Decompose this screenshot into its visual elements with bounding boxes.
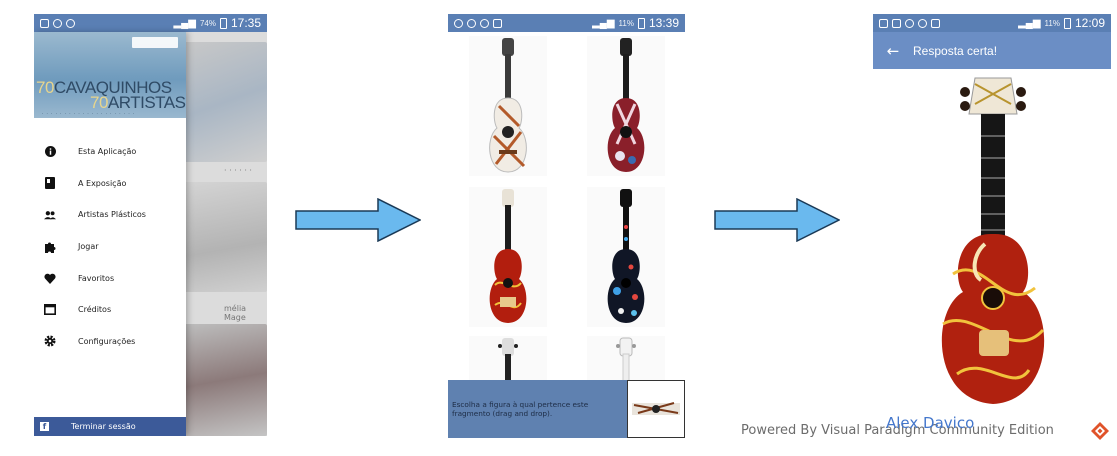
notification-icon xyxy=(931,18,940,28)
fragment-image xyxy=(632,402,680,415)
menu-item-artistas-plasticos[interactable]: Artistas Plásticos xyxy=(34,199,186,231)
ukulele-option-5[interactable] xyxy=(469,336,547,384)
page-title: Resposta certa! xyxy=(913,43,998,58)
facebook-icon: f xyxy=(40,422,49,431)
battery-icon xyxy=(1063,17,1071,29)
visual-paradigm-logo-icon xyxy=(1091,422,1109,440)
status-time: 12:09 xyxy=(1074,16,1105,30)
ukulele-answer-image xyxy=(941,77,1045,404)
menu-item-configuracoes[interactable]: Configurações xyxy=(34,326,186,358)
notification-icon xyxy=(892,18,901,28)
screen-navigation-drawer: ▂▄▆ 74% 17:35 · · · · · · mélia Mage 70C… xyxy=(34,14,267,436)
battery-icon xyxy=(219,17,227,29)
notification-icon xyxy=(879,18,888,28)
puzzle-icon xyxy=(44,241,56,253)
status-time: 13:39 xyxy=(648,16,679,30)
notification-icon xyxy=(66,18,75,28)
ukulele-option-6[interactable] xyxy=(587,336,665,385)
ukulele-option-4[interactable] xyxy=(587,187,665,327)
menu-item-favoritos[interactable]: Favoritos xyxy=(34,262,186,294)
back-arrow-icon[interactable]: ← xyxy=(873,42,913,60)
draggable-fragment[interactable] xyxy=(627,380,685,438)
signal-icon: ▂▄▆ xyxy=(592,17,615,29)
status-bar: ▂▄▆ 11% 13:39 xyxy=(448,14,685,32)
signal-icon: ▂▄▆ xyxy=(173,17,196,29)
ukulele-option-2[interactable] xyxy=(587,36,665,176)
background-caption: mélia Mage xyxy=(224,304,247,322)
institution-logo xyxy=(132,37,178,48)
ukulele-image xyxy=(489,38,527,173)
status-bar: ▂▄▆ 74% 17:35 xyxy=(34,14,267,32)
flow-arrow-icon xyxy=(714,198,840,242)
background-ukulele-image xyxy=(184,324,267,436)
logout-button[interactable]: f Terminar sessão xyxy=(34,417,186,436)
notification-icons xyxy=(40,18,75,28)
background-ukulele-image xyxy=(184,182,267,292)
battery-icon xyxy=(637,17,645,29)
battery-level: 74% xyxy=(199,18,216,28)
notification-icon xyxy=(480,18,489,28)
ukulele-image xyxy=(616,337,636,385)
notification-icon xyxy=(454,18,463,28)
app-logo-line-2: 70ARTISTAS xyxy=(90,93,186,112)
status-time: 17:35 xyxy=(230,16,261,30)
screen-puzzle-game: ▂▄▆ 11% 13:39 Escolha a figura à qual pe… xyxy=(448,14,685,438)
heart-icon xyxy=(44,272,56,284)
gear-icon xyxy=(44,335,56,347)
battery-level: 11% xyxy=(618,18,634,28)
notification-icon xyxy=(905,18,914,28)
drawer-menu: Esta Aplicação A Exposição Artistas Plás… xyxy=(34,136,186,357)
notification-icons xyxy=(879,18,940,28)
flow-arrow-icon xyxy=(295,198,421,242)
menu-item-jogar[interactable]: Jogar xyxy=(34,231,186,263)
menu-item-creditos[interactable]: Créditos xyxy=(34,294,186,326)
author-name: Alex Davico xyxy=(886,414,975,432)
people-icon xyxy=(44,209,56,221)
background-ukulele-image xyxy=(184,42,267,162)
status-bar: ▂▄▆ 11% 12:09 xyxy=(873,14,1111,32)
notification-icon xyxy=(467,18,476,28)
ukulele-option-3[interactable] xyxy=(469,187,547,327)
drawer-header: 70CAVAQUINHOS 70ARTISTAS · · · · · · · ·… xyxy=(34,32,186,118)
screen-correct-answer: ▂▄▆ 11% 12:09 ← Resposta certa! xyxy=(873,14,1111,409)
notification-icon xyxy=(40,18,49,28)
ukulele-image xyxy=(607,189,645,323)
ukulele-image xyxy=(498,338,518,384)
book-icon xyxy=(44,177,56,190)
ukulele-option-1[interactable] xyxy=(469,36,547,176)
fragment-panel: Escolha a figura à qual pertence este fr… xyxy=(448,380,685,438)
signal-icon: ▂▄▆ xyxy=(1018,17,1041,29)
battery-level: 11% xyxy=(1044,18,1060,28)
navigation-drawer: 70CAVAQUINHOS 70ARTISTAS · · · · · · · ·… xyxy=(34,32,186,436)
notification-icons xyxy=(454,18,502,28)
info-icon xyxy=(44,146,56,158)
ukulele-image xyxy=(489,189,527,323)
instruction-text: Escolha a figura à qual pertence este fr… xyxy=(452,400,589,418)
notification-icon xyxy=(918,18,927,28)
app-bar: ← Resposta certa! xyxy=(873,32,1111,69)
ukulele-image xyxy=(607,38,645,172)
notification-icon xyxy=(53,18,62,28)
menu-item-a-exposicao[interactable]: A Exposição xyxy=(34,168,186,200)
window-icon xyxy=(44,304,56,316)
menu-item-esta-aplicacao[interactable]: Esta Aplicação xyxy=(34,136,186,168)
notification-icon xyxy=(493,18,502,28)
